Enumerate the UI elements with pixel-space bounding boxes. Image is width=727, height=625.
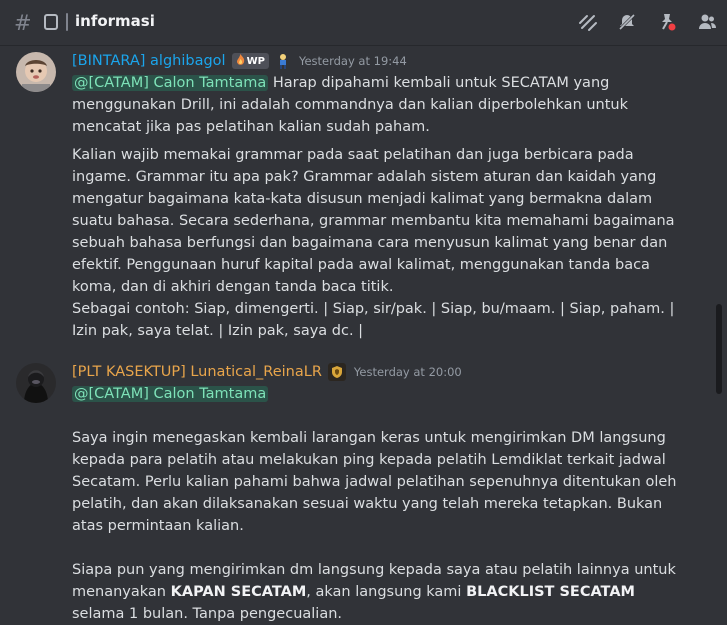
message-paragraph: Saya ingin menegaskan kembali larangan k… bbox=[72, 430, 677, 534]
role-mention[interactable]: @[CATAM] Calon Tamtama bbox=[72, 386, 269, 402]
message-content: @[CATAM] Calon Tamtama Saya ingin menega… bbox=[72, 383, 690, 625]
message-paragraph: Sebagai contoh: Siap, dimengerti. | Siap… bbox=[72, 301, 675, 339]
header-divider bbox=[66, 13, 68, 31]
channel-hash-icon: # bbox=[14, 11, 32, 35]
character-icon bbox=[275, 53, 291, 69]
channel-name: informasi bbox=[75, 12, 155, 30]
author-name[interactable]: [BINTARA] alghibagol bbox=[72, 53, 226, 69]
message-text: , akan langsung kami bbox=[306, 584, 467, 600]
shield-badge-icon bbox=[327, 363, 346, 381]
thread-icon[interactable] bbox=[44, 14, 58, 34]
message-text: selama 1 bulan. Tanpa pengecualian. bbox=[72, 606, 343, 622]
message-meta: [PLT KASEKTUP] Lunatical_ReinaLR Yesterd… bbox=[72, 361, 462, 383]
bold-text: KAPAN SECATAM bbox=[170, 584, 307, 600]
timestamp: Yesterday at 19:44 bbox=[298, 54, 407, 68]
role-mention[interactable]: @[CATAM] Calon Tamtama bbox=[72, 75, 269, 91]
threads-icon[interactable] bbox=[578, 12, 598, 36]
message-paragraph: @[CATAM] Calon Tamtama bbox=[72, 383, 690, 405]
message-paragraph: Siapa pun yang mengirimkan dm langsung k… bbox=[72, 559, 690, 625]
message-paragraph: Kalian wajib memakai grammar pada saat p… bbox=[72, 147, 675, 295]
fire-icon bbox=[236, 54, 245, 68]
channel-header: # informasi bbox=[0, 0, 727, 46]
author-name[interactable]: [PLT KASEKTUP] Lunatical_ReinaLR bbox=[72, 364, 322, 380]
role-badge: WP bbox=[231, 53, 269, 69]
message-content: @[CATAM] Calon Tamtama Harap dipahami ke… bbox=[72, 72, 690, 342]
bold-text: BLACKLIST SECATAM bbox=[466, 584, 635, 600]
message-meta: [BINTARA] alghibagol WP Yesterday at 19:… bbox=[72, 50, 407, 72]
mute-icon[interactable] bbox=[617, 12, 637, 36]
scrollbar-thumb[interactable] bbox=[716, 304, 722, 394]
role-badge-label: WP bbox=[246, 55, 265, 67]
timestamp: Yesterday at 20:00 bbox=[353, 365, 462, 379]
message-paragraph: @[CATAM] Calon Tamtama Harap dipahami ke… bbox=[72, 72, 690, 138]
pin-icon[interactable] bbox=[657, 12, 677, 36]
member-list-icon[interactable] bbox=[697, 12, 717, 36]
avatar[interactable] bbox=[16, 363, 56, 403]
avatar[interactable] bbox=[16, 52, 56, 92]
